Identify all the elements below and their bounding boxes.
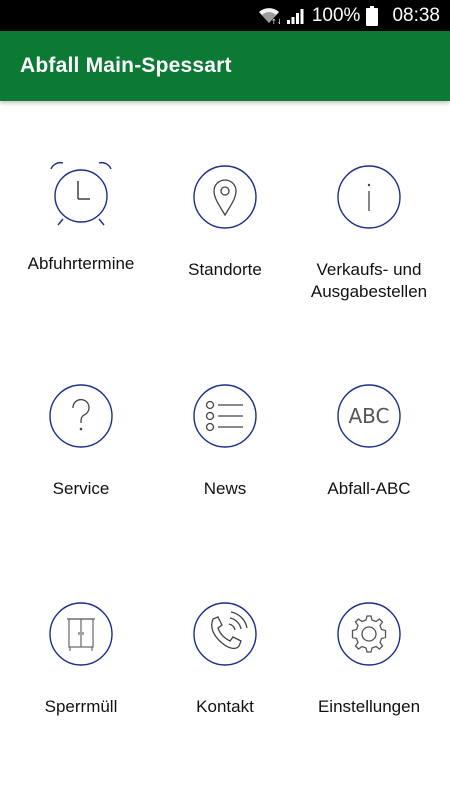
info-icon [337,165,401,229]
menu-item-sperrmuell[interactable]: Sperrmüll [6,602,156,800]
gear-icon [337,602,401,666]
menu-item-einstellungen[interactable]: Einstellungen [294,602,444,800]
menu-item-service[interactable]: Service [6,384,156,584]
alarm-clock-icon [50,161,112,226]
list-icon [193,384,257,448]
abc-icon: ABC [337,384,401,448]
menu-item-label: Sperrmüll [44,697,118,716]
wardrobe-icon [49,602,113,666]
app-title: Abfall Main-Spessart [20,54,232,77]
app-bar: Abfall Main-Spessart [0,31,450,101]
menu-item-label: Abfuhrtermine [27,254,135,273]
svg-text:ABC: ABC [348,404,389,428]
phone-icon [193,602,257,666]
menu-item-abfuhrtermine[interactable]: Abfuhrtermine [6,161,156,363]
battery-percent: 100% [311,4,361,26]
menu-item-label: Verkaufs- und Ausgabestellen [310,260,428,301]
menu-item-news[interactable]: News [150,384,300,584]
menu-item-kontakt[interactable]: Kontakt [150,602,300,800]
menu-item-label: Kontakt [196,697,254,716]
svg-text:↑↓: ↑↓ [271,18,280,25]
menu-item-label: Abfall-ABC [327,479,411,498]
menu-item-label: Standorte [188,260,262,279]
menu-item-standorte[interactable]: Standorte [150,165,300,365]
location-pin-icon [193,165,257,229]
question-icon [49,384,113,448]
menu-item-verkaufs-und-ausgabestellen[interactable]: Verkaufs- und Ausgabestellen [294,165,444,365]
status-bar: ↑↓ 100% 08:38 [0,0,450,31]
menu-item-label: Einstellungen [317,697,421,716]
battery-icon [366,5,379,26]
clock-time: 08:38 [392,4,440,26]
signal-icon [286,8,304,24]
menu-item-label: News [203,479,247,498]
menu-item-label: Service [52,479,110,498]
wifi-icon: ↑↓ [258,7,280,25]
main-menu-grid: Abfuhrtermine Standorte Verkaufs- und Au… [0,101,450,800]
menu-item-abfall-abc[interactable]: ABC Abfall-ABC [294,384,444,584]
